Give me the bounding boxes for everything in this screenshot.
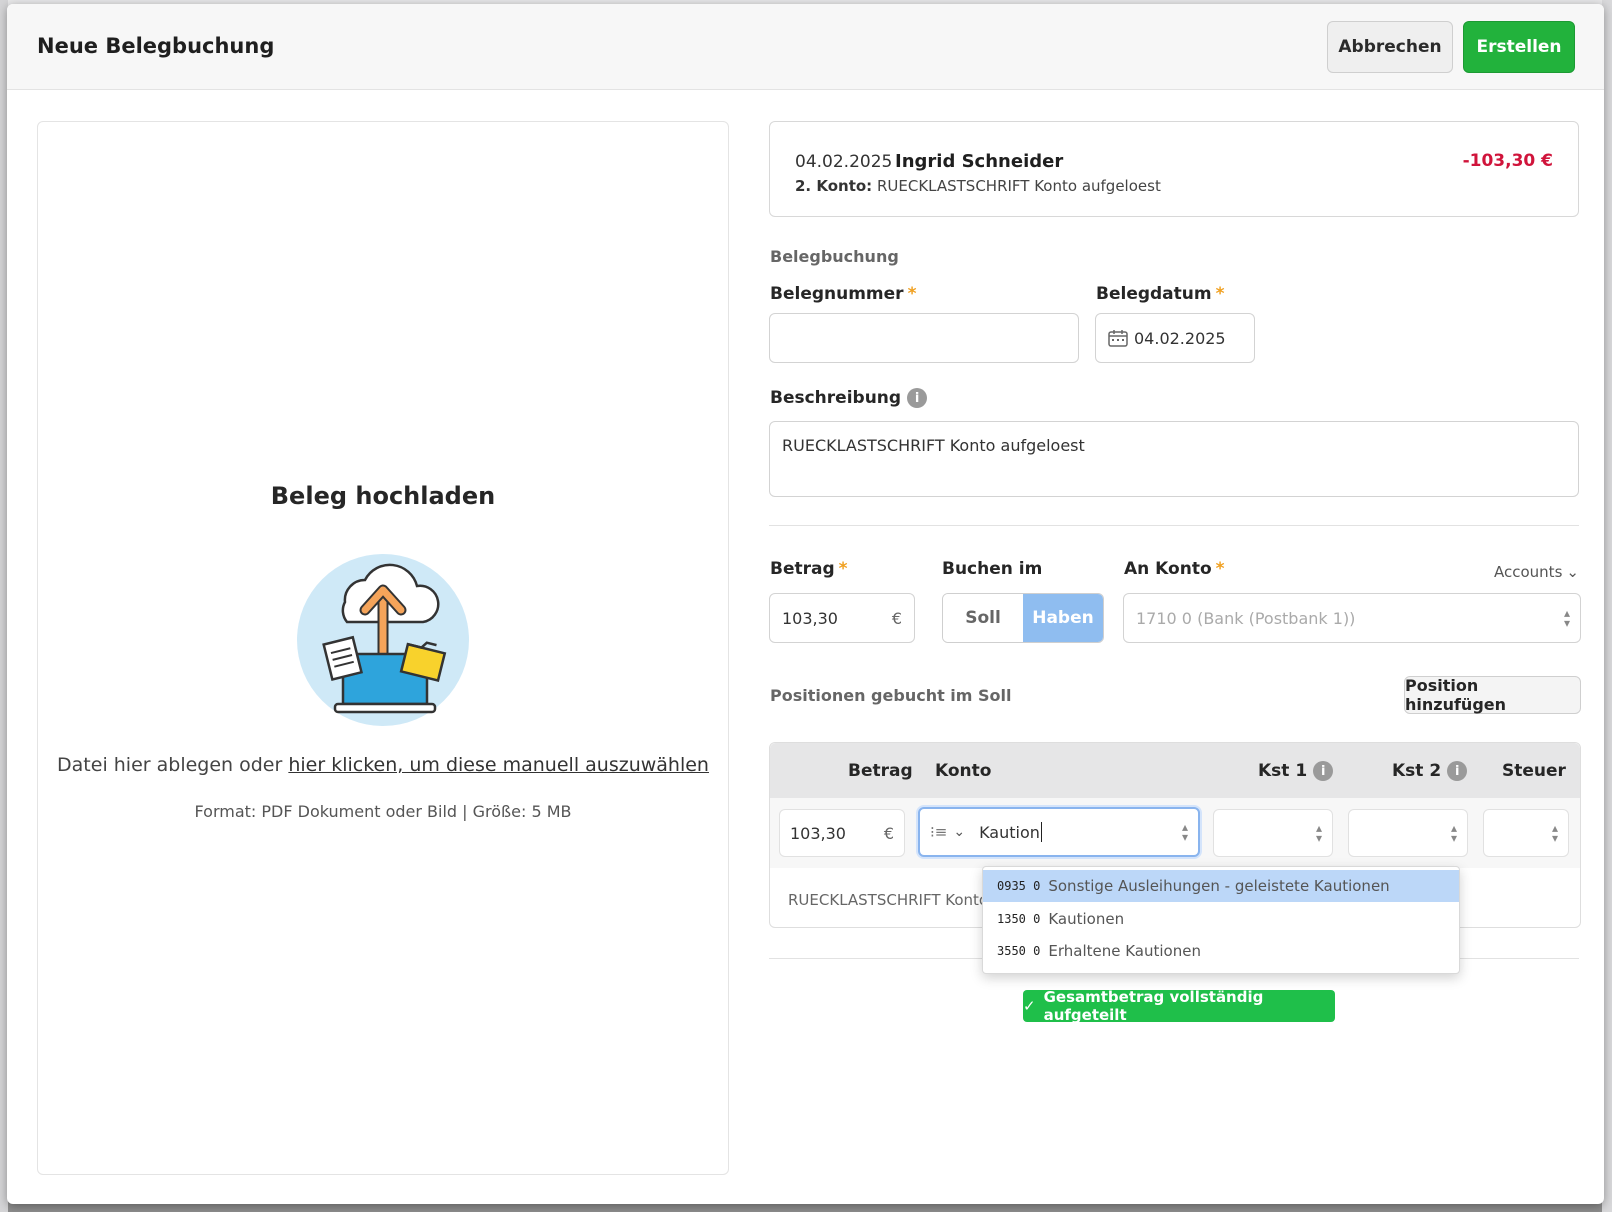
kst2-label: Kst 2	[1392, 761, 1442, 781]
betrag-label-text: Betrag	[770, 559, 835, 579]
select-updown-icon: ▴ ▾	[1181, 820, 1188, 844]
list-item[interactable]: 3550 0 Erhaltene Kautionen	[983, 935, 1459, 967]
modal-header: Neue Belegbuchung Abbrechen Erstellen	[7, 4, 1604, 90]
position-description: RUECKLASTSCHRIFT Konto	[788, 891, 989, 909]
chevron-down-icon[interactable]: ⌄	[953, 824, 965, 840]
transaction-name: Ingrid Schneider	[895, 151, 1064, 172]
info-icon[interactable]: i	[907, 388, 928, 408]
beschreibung-label-text: Beschreibung	[770, 388, 902, 408]
success-label: Gesamtbetrag vollständig aufgeteilt	[1043, 988, 1264, 1024]
currency-symbol: €	[883, 823, 894, 843]
cloud-upload-illustration-icon	[297, 554, 469, 726]
betrag-label: Betrag *	[770, 559, 848, 579]
position-betrag-input[interactable]: 103,30 €	[779, 809, 905, 857]
account-code: 0935 0	[997, 879, 1041, 893]
transaction-card: 04.02.2025 Ingrid Schneider -103,30 € 2.…	[769, 121, 1579, 217]
list-item[interactable]: 0935 0 Sonstige Ausleihungen - geleistet…	[983, 870, 1459, 902]
positions-table-header: Betrag Konto Kst 1i Kst 2i Steuer	[770, 743, 1580, 798]
required-mark: *	[838, 559, 848, 579]
upload-hint-prefix: Datei hier ablegen oder	[57, 754, 289, 776]
accounts-label: Accounts	[1494, 563, 1563, 581]
an-konto-select[interactable]: 1710 0 (Bank (Postbank 1)) ▴ ▾	[1123, 593, 1581, 643]
text-cursor	[1040, 822, 1042, 842]
select-updown-icon: ▴ ▾	[1551, 821, 1558, 845]
select-updown-icon: ▴ ▾	[1563, 606, 1570, 630]
beschreibung-textarea[interactable]: RUECKLASTSCHRIFT Konto aufgeloest	[769, 421, 1579, 497]
position-kst2-select[interactable]: ▴ ▾	[1348, 809, 1468, 857]
create-button[interactable]: Erstellen	[1463, 21, 1575, 73]
belegdatum-label: Belegdatum *	[1096, 284, 1225, 304]
belegdatum-value: 04.02.2025	[1134, 328, 1226, 348]
booking-modal: Neue Belegbuchung Abbrechen Erstellen Be…	[7, 4, 1604, 1204]
an-konto-label-text: An Konto	[1124, 559, 1212, 579]
account-label: Erhaltene Kautionen	[1048, 942, 1201, 960]
transaction-sub-value: RUECKLASTSCHRIFT Konto aufgeloest	[876, 177, 1161, 195]
transaction-subline: 2. Konto: RUECKLASTSCHRIFT Konto aufgelo…	[795, 177, 1161, 195]
belegdatum-input[interactable]: 04.02.2025	[1095, 313, 1255, 363]
table-row: 103,30 € ⁝≡ ⌄ Kaution ▴ ▾ ▴ ▾ ▴ ▾ ▴ ▾	[770, 798, 1580, 868]
info-icon[interactable]: i	[1447, 761, 1468, 781]
column-header-betrag: Betrag	[848, 761, 913, 781]
position-konto-combobox[interactable]: ⁝≡ ⌄ Kaution ▴ ▾	[918, 807, 1200, 857]
buchen-im-label: Buchen im	[942, 559, 1043, 579]
column-header-konto: Konto	[935, 761, 992, 781]
upload-dropzone[interactable]: Beleg hochladen Datei hier ablegen oder …	[37, 121, 729, 1175]
belegnummer-input[interactable]	[769, 313, 1079, 363]
accounts-dropdown-link[interactable]: Accounts ⌄	[1490, 563, 1579, 581]
transaction-amount: -103,30 €	[1462, 151, 1553, 171]
konto-suggestion-dropdown: 0935 0 Sonstige Ausleihungen - geleistet…	[982, 866, 1460, 974]
add-position-button[interactable]: Position hinzufügen	[1404, 676, 1581, 714]
buchen-segmented-control: Soll Haben	[942, 593, 1104, 643]
chevron-down-icon: ⌄	[1566, 563, 1579, 581]
list-item[interactable]: 1350 0 Kautionen	[983, 903, 1459, 935]
column-header-kst1: Kst 1i	[1258, 761, 1334, 781]
required-mark: *	[907, 284, 917, 304]
belegdatum-label-text: Belegdatum	[1096, 284, 1212, 304]
select-updown-icon: ▴ ▾	[1315, 821, 1322, 845]
required-mark: *	[1215, 559, 1225, 579]
soll-option[interactable]: Soll	[943, 594, 1023, 642]
belegnummer-label: Belegnummer *	[770, 284, 916, 304]
upload-title: Beleg hochladen	[270, 482, 496, 510]
betrag-input[interactable]: 103,30 €	[769, 593, 915, 643]
beschreibung-label: Beschreibung i	[770, 388, 928, 408]
account-code: 1350 0	[997, 912, 1041, 926]
column-header-kst2: Kst 2i	[1392, 761, 1468, 781]
transaction-sub-label: 2. Konto:	[795, 177, 873, 195]
column-header-steuer: Steuer	[1502, 761, 1566, 781]
upload-format-info: Format: PDF Dokument oder Bild | Größe: …	[194, 802, 572, 821]
account-label: Kautionen	[1048, 910, 1125, 928]
calendar-icon	[1108, 330, 1128, 347]
upload-hint: Datei hier ablegen oder hier klicken, um…	[38, 754, 728, 776]
positions-title: Positionen gebucht im Soll	[770, 686, 1012, 705]
check-icon: ✓	[1023, 997, 1036, 1015]
upload-select-link[interactable]: hier klicken, um diese manuell auszuwähl…	[288, 754, 709, 776]
status-badge: ✓ Gesamtbetrag vollständig aufgeteilt	[1023, 988, 1335, 1024]
select-updown-icon: ▴ ▾	[1450, 821, 1457, 845]
list-filter-icon[interactable]: ⁝≡	[930, 823, 947, 841]
konto-search-text: Kaution	[979, 822, 1040, 842]
an-konto-placeholder: 1710 0 (Bank (Postbank 1))	[1136, 608, 1356, 628]
belegnummer-label-text: Belegnummer	[770, 284, 904, 304]
haben-option[interactable]: Haben	[1023, 594, 1103, 642]
position-kst1-select[interactable]: ▴ ▾	[1213, 809, 1333, 857]
position-steuer-select[interactable]: ▴ ▾	[1483, 809, 1569, 857]
required-mark: *	[1215, 284, 1225, 304]
an-konto-label: An Konto *	[1124, 559, 1225, 579]
cancel-button[interactable]: Abbrechen	[1327, 21, 1453, 73]
section-divider	[769, 525, 1579, 526]
account-code: 3550 0	[997, 944, 1041, 958]
section-title-belegbuchung: Belegbuchung	[770, 247, 899, 266]
transaction-date: 04.02.2025	[795, 152, 893, 172]
account-label: Sonstige Ausleihungen - geleistete Kauti…	[1048, 877, 1390, 895]
betrag-value: 103,30	[782, 608, 838, 628]
kst1-label: Kst 1	[1258, 761, 1308, 781]
position-betrag-value: 103,30	[790, 823, 846, 843]
currency-symbol: €	[891, 608, 902, 628]
modal-title: Neue Belegbuchung	[37, 34, 275, 58]
info-icon[interactable]: i	[1313, 761, 1334, 781]
